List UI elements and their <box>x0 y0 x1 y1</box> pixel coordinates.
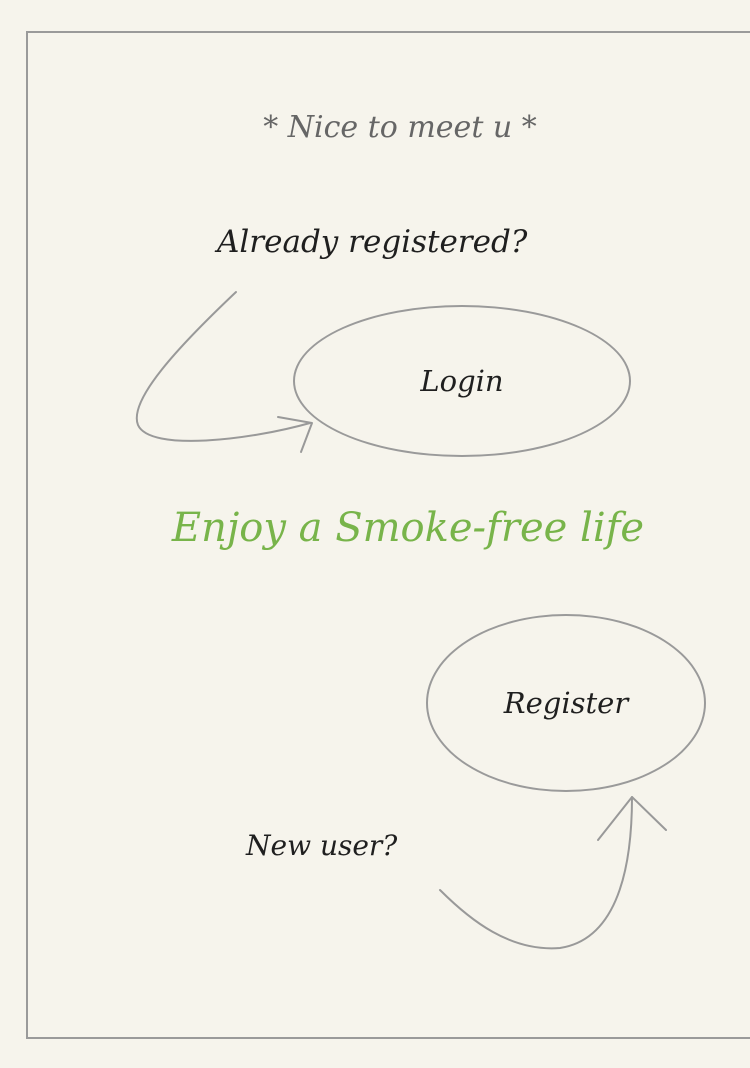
login-prompt: Already registered? <box>217 224 528 260</box>
register-button-label: Register <box>503 686 629 720</box>
login-button[interactable]: Login <box>293 305 631 457</box>
register-arrow-icon <box>439 796 667 950</box>
login-button-label: Login <box>420 364 504 398</box>
login-arrow-icon <box>135 291 313 453</box>
register-button[interactable]: Register <box>426 614 706 792</box>
register-prompt: New user? <box>246 829 398 862</box>
greeting-text: * Nice to meet u * <box>263 110 537 145</box>
tagline-text: Enjoy a Smoke-free life <box>171 505 645 551</box>
